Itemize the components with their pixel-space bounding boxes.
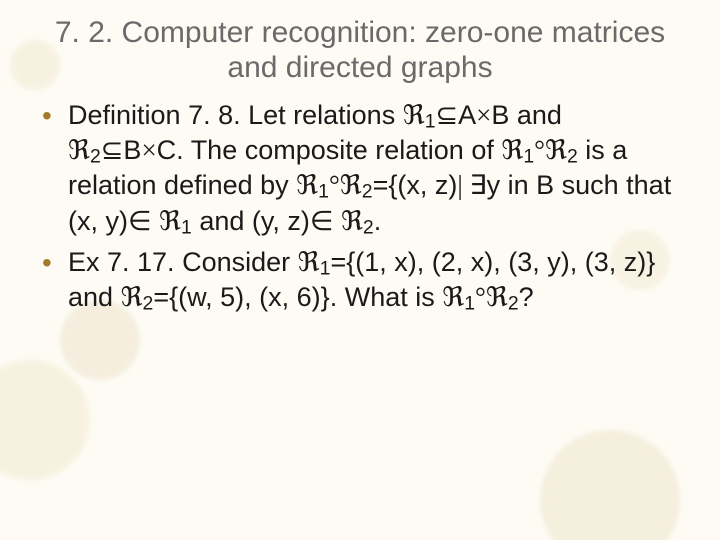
relation-symbol: ℜ	[298, 247, 320, 277]
relation-symbol: ℜ	[501, 135, 523, 165]
relation-symbol: ℜ	[341, 206, 363, 236]
definition-label: Definition 7. 8.	[68, 100, 241, 130]
bg-blob	[0, 360, 90, 480]
text: and	[509, 100, 562, 130]
subset-symbol: ⊆	[436, 100, 459, 130]
bg-blob	[540, 430, 680, 540]
relation-symbol: ℜ	[296, 170, 318, 200]
text: .	[176, 135, 191, 165]
subscript-1: 1	[181, 216, 192, 238]
text: .	[374, 206, 382, 236]
set-B: B	[123, 135, 141, 165]
relation-symbol: ℜ	[545, 135, 567, 165]
relation-symbol: ℜ	[442, 282, 464, 312]
subscript-1: 1	[464, 292, 475, 314]
times-symbol: ×	[476, 100, 491, 130]
subscript-1: 1	[320, 257, 331, 279]
subset-symbol: ⊆	[101, 135, 124, 165]
compose-symbol: °	[475, 282, 486, 312]
equals: =	[373, 170, 389, 200]
bullet-example: Ex 7. 17. Consider ℜ1={(1, x), (2, x), (…	[38, 246, 678, 316]
text: Consider	[175, 247, 298, 277]
element-of-symbol: ∈	[310, 206, 334, 236]
relation-symbol: ℜ	[121, 282, 143, 312]
times-symbol: ×	[141, 135, 156, 165]
example-label: Ex 7. 17.	[68, 247, 175, 277]
set-B: B	[491, 100, 509, 130]
subscript-1: 1	[318, 181, 329, 203]
slide: 7. 2. Computer recognition: zero-one mat…	[0, 0, 720, 540]
text	[152, 206, 160, 236]
subscript-1: 1	[523, 146, 534, 168]
text: and	[68, 282, 121, 312]
exists-symbol: ∃	[463, 170, 487, 200]
text: Let relations	[241, 100, 403, 130]
subscript-2: 2	[362, 181, 373, 203]
subscript-2: 2	[508, 292, 519, 314]
compose-symbol: °	[329, 170, 340, 200]
equals: =	[330, 247, 346, 277]
bullet-definition: Definition 7. 8. Let relations ℜ1⊆A×B an…	[38, 99, 678, 240]
text: .	[330, 282, 345, 312]
subscript-2: 2	[143, 292, 154, 314]
text: The composite relation of	[191, 135, 502, 165]
question-mark: ?	[519, 282, 534, 312]
set-C: C	[157, 135, 177, 165]
relation-symbol: ℜ	[68, 135, 90, 165]
element-of-symbol: ∈	[128, 206, 152, 236]
pair-xz: (x, z)	[397, 170, 457, 200]
compose-symbol: °	[534, 135, 545, 165]
subscript-2: 2	[567, 146, 578, 168]
slide-title: 7. 2. Computer recognition: zero-one mat…	[36, 16, 684, 85]
slide-body: Definition 7. 8. Let relations ℜ1⊆A×B an…	[36, 99, 684, 316]
relation-symbol: ℜ	[159, 206, 181, 236]
text: What is	[345, 282, 443, 312]
text: and (y, z)	[192, 206, 310, 236]
relation-symbol: ℜ	[403, 100, 425, 130]
set-R1: {(1, x), (2, x), (3, y), (3, z)}	[346, 247, 655, 277]
set-A: A	[458, 100, 476, 130]
subscript-2: 2	[90, 146, 101, 168]
subscript-1: 1	[425, 110, 436, 132]
relation-symbol: ℜ	[340, 170, 362, 200]
relation-symbol: ℜ	[486, 282, 508, 312]
equals: =	[153, 282, 169, 312]
set-R2: {(w, 5), (x, 6)}	[169, 282, 330, 312]
text	[333, 206, 341, 236]
subscript-2: 2	[363, 216, 374, 238]
